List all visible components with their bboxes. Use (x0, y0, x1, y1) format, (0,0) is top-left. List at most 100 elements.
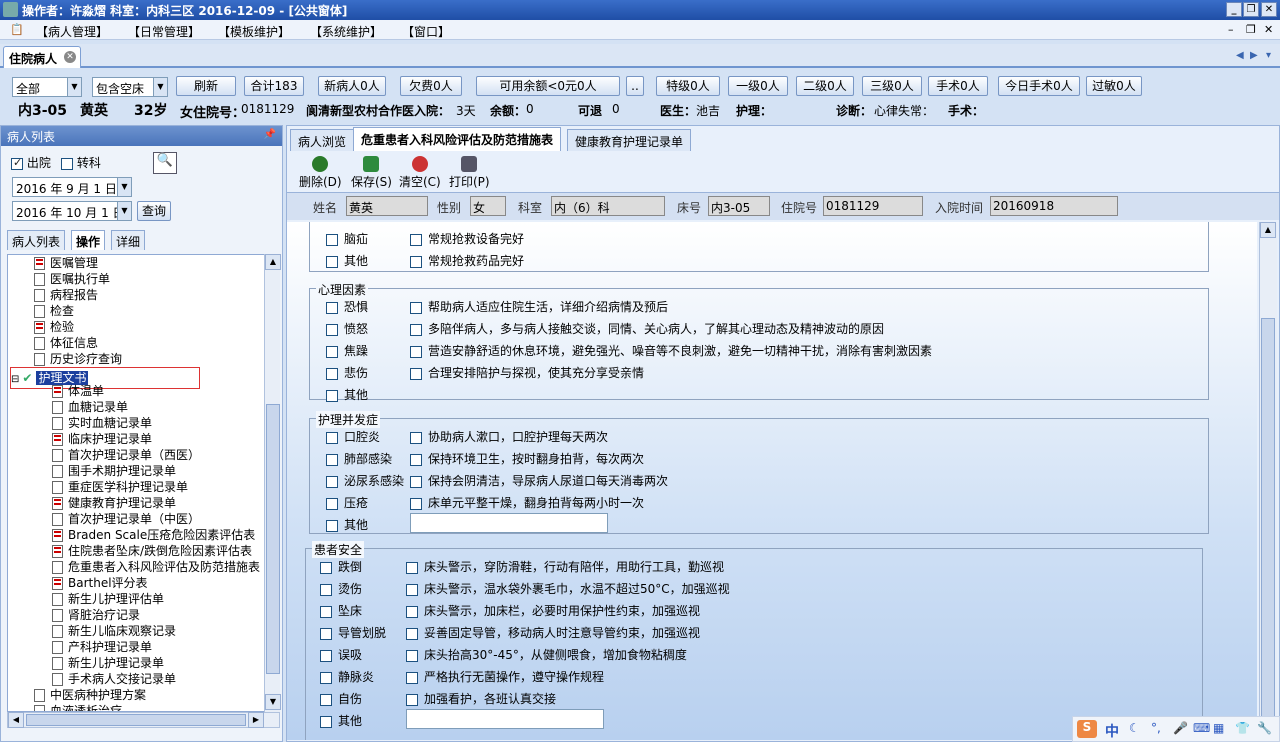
minimize-icon[interactable]: _ (1226, 2, 1242, 17)
menu-daily-mgmt[interactable]: 【日常管理】 (128, 23, 200, 40)
tree-item[interactable]: 检查 (34, 303, 74, 319)
measure-checkbox[interactable]: 常规抢救设备完好 (410, 231, 524, 247)
risk-checkbox[interactable]: 压疮 (326, 495, 368, 511)
risk-checkbox[interactable]: 悲伤 (326, 365, 368, 381)
tree-item[interactable]: 病程报告 (34, 287, 98, 303)
risk-checkbox[interactable]: 导管划脱 (320, 625, 386, 641)
scroll-right-icon[interactable]: ▶ (248, 712, 264, 728)
tree-item[interactable]: 重症医学科护理记录单 (52, 479, 188, 495)
scope-select[interactable]: 全部 ▼ (12, 77, 82, 97)
risk-checkbox[interactable]: 焦躁 (326, 343, 368, 359)
save-button[interactable]: 保存(S) (351, 156, 392, 190)
pin-icon[interactable]: 📌 (264, 129, 276, 140)
scroll-up-icon[interactable]: ▲ (1260, 222, 1276, 238)
tree-scrollbar[interactable]: ▲ ▼ (264, 254, 281, 712)
risk-checkbox[interactable]: 口腔炎 (326, 429, 380, 445)
ime-logo-icon[interactable]: S (1077, 720, 1097, 738)
tree-hscrollbar[interactable]: ◀ ▶ (7, 712, 280, 728)
complication-other-input[interactable] (410, 513, 608, 533)
new-patient-button[interactable]: 新病人0人 (318, 76, 386, 96)
tab-prev-icon[interactable]: ◀ (1236, 50, 1244, 61)
punctuation-icon[interactable]: °, (1151, 721, 1161, 735)
tree-item[interactable]: 临床护理记录单 (52, 431, 152, 447)
measure-checkbox[interactable]: 床单元平整干燥，翻身拍背每两小时一次 (410, 495, 644, 511)
risk-checkbox[interactable]: 恐惧 (326, 299, 368, 315)
scroll-up-icon[interactable]: ▲ (265, 254, 281, 270)
menu-template[interactable]: 【模板维护】 (218, 23, 290, 40)
tree-item[interactable]: 血液透析治疗 (34, 703, 122, 711)
measure-checkbox[interactable]: 合理安排陪护与探视，使其充分享受亲情 (410, 365, 644, 381)
more-button[interactable]: .. (626, 76, 644, 96)
measure-checkbox[interactable]: 协助病人漱口，口腔护理每天两次 (410, 429, 608, 445)
risk-checkbox[interactable]: 其他 (326, 387, 368, 403)
tree-item[interactable]: Barthel评分表 (52, 575, 148, 591)
measure-checkbox[interactable]: 床头警示，温水袋外裹毛巾，水温不超过50°C，加强巡视 (406, 581, 730, 597)
measure-checkbox[interactable]: 床头警示，加床栏，必要时用保护性约束，加强巡视 (406, 603, 700, 619)
tree-item[interactable]: 实时血糖记录单 (52, 415, 152, 431)
query-button[interactable]: 查询 (137, 201, 171, 221)
measure-checkbox[interactable]: 床头抬高30°-45°，从健侧喂食，增加食物粘稠度 (406, 647, 687, 663)
tree-item[interactable]: 手术病人交接记录单 (52, 671, 176, 687)
menu-system[interactable]: 【系统维护】 (310, 23, 382, 40)
measure-checkbox[interactable]: 妥善固定导管，移动病人时注意导管约束，加强巡视 (406, 625, 700, 641)
microphone-icon[interactable]: 🎤 (1173, 721, 1188, 735)
tab-patient-browse[interactable]: 病人浏览 (290, 129, 355, 151)
tab-patient-list[interactable]: 病人列表 (7, 230, 66, 250)
restore-icon[interactable]: ❐ (1243, 2, 1259, 17)
risk-checkbox[interactable]: 其他 (326, 253, 368, 269)
hscroll-thumb[interactable] (26, 714, 246, 726)
tab-inpatients[interactable]: 住院病人 ✕ (3, 46, 81, 68)
scroll-left-icon[interactable]: ◀ (8, 712, 24, 728)
tree-item[interactable]: 围手术期护理记录单 (52, 463, 176, 479)
risk-checkbox[interactable]: 坠床 (320, 603, 362, 619)
scroll-thumb[interactable] (1261, 318, 1275, 738)
tree-item[interactable]: 新生儿护理记录单 (52, 655, 164, 671)
risk-checkbox[interactable]: 肺部感染 (326, 451, 392, 467)
level2-button[interactable]: 二级0人 (796, 76, 854, 96)
surgery-button[interactable]: 手术0人 (928, 76, 988, 96)
risk-checkbox[interactable]: 愤怒 (326, 321, 368, 337)
keyboard-icon[interactable]: ⌨ (1193, 721, 1210, 735)
ime-mode[interactable]: 中 (1105, 721, 1119, 741)
tab-critical-risk-form[interactable]: 危重患者入科风险评估及防范措施表 (353, 127, 562, 151)
tab-health-education[interactable]: 健康教育护理记录单 (567, 129, 692, 151)
tree-item[interactable]: 体温单 (52, 383, 104, 399)
date-to-picker[interactable]: 2016 年 10 月 1 日 ▼ (12, 201, 132, 221)
measure-checkbox[interactable]: 床头警示，穿防滑鞋，行动有陪伴，用助行工具，勤巡视 (406, 559, 724, 575)
tree-item[interactable]: 医嘱管理 (34, 255, 98, 271)
discharged-checkbox[interactable]: 出院 (11, 154, 51, 171)
tree-item[interactable]: 体征信息 (34, 335, 98, 351)
clear-button[interactable]: 清空(C) (399, 156, 441, 190)
measure-checkbox[interactable]: 加强看护，各班认真交接 (406, 691, 556, 707)
tab-next-icon[interactable]: ▶ (1250, 50, 1258, 61)
safety-other-input[interactable] (406, 709, 604, 729)
mdi-close-icon[interactable]: ✕ (1264, 23, 1273, 36)
grid-icon[interactable]: ▦ (1213, 721, 1224, 735)
risk-checkbox[interactable]: 脑疝 (326, 231, 368, 247)
measure-checkbox[interactable]: 营造安静舒适的休息环境，避免强光、噪音等不良刺激，避免一切精神干扰，消除有害刺激… (410, 343, 932, 359)
allergy-button[interactable]: 过敏0人 (1086, 76, 1142, 96)
search-icon[interactable]: 🔍 (153, 152, 177, 174)
tab-operations[interactable]: 操作 (71, 230, 106, 250)
today-surgery-button[interactable]: 今日手术0人 (998, 76, 1080, 96)
menu-window[interactable]: 【窗口】 (402, 23, 450, 40)
risk-checkbox[interactable]: 其他 (320, 713, 362, 729)
risk-checkbox[interactable]: 静脉炎 (320, 669, 374, 685)
tree-item[interactable]: 新生儿护理评估单 (52, 591, 164, 607)
tree-item[interactable]: 历史诊疗查询 (34, 351, 122, 367)
risk-checkbox[interactable]: 自伤 (320, 691, 362, 707)
scroll-thumb[interactable] (266, 404, 280, 674)
tree-item[interactable]: 危重患者入科风险评估及防范措施表 (52, 559, 260, 575)
tree-item[interactable]: 产科护理记录单 (52, 639, 152, 655)
tree-item[interactable]: 肾脏治疗记录 (52, 607, 140, 623)
tree-item[interactable]: 首次护理记录单（西医） (52, 447, 200, 463)
tree-item[interactable]: 血糖记录单 (52, 399, 128, 415)
mdi-restore-icon[interactable]: ❐ (1246, 23, 1256, 36)
scroll-down-icon[interactable]: ▼ (265, 694, 281, 710)
tree-item[interactable]: 首次护理记录单（中医） (52, 511, 200, 527)
tree-item-nursing-docs[interactable]: ⊟ ✔ 护理文书 (10, 367, 200, 389)
risk-checkbox[interactable]: 其他 (326, 517, 368, 533)
total-button[interactable]: 合计183 (244, 76, 304, 96)
form-scrollbar[interactable]: ▲ (1259, 222, 1277, 740)
print-button[interactable]: 打印(P) (449, 156, 490, 190)
